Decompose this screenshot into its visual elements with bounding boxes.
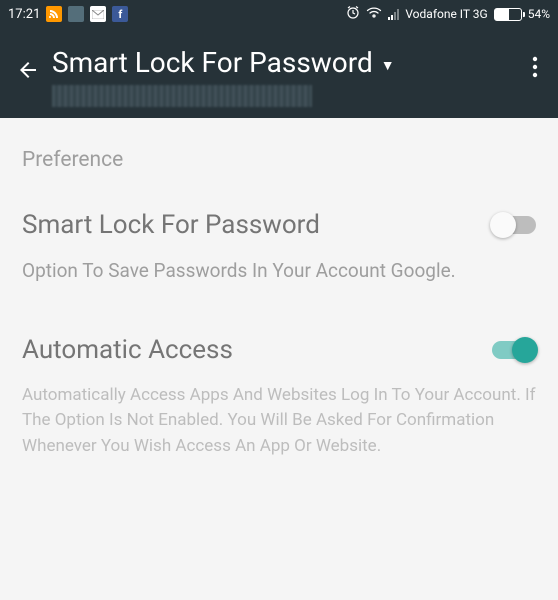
- battery-percent: 54%: [528, 7, 550, 21]
- rss-icon: [46, 6, 62, 22]
- toggle-smart-lock[interactable]: [492, 216, 536, 234]
- toggle-knob: [490, 212, 516, 238]
- battery-icon: [494, 8, 522, 21]
- title-dropdown[interactable]: Smart Lock For Password ▼: [52, 46, 524, 79]
- facebook-icon: f: [112, 6, 128, 22]
- overflow-menu-button[interactable]: [524, 46, 546, 83]
- content-area: Preference Smart Lock For Password Optio…: [0, 118, 558, 489]
- toggle-knob: [512, 337, 538, 363]
- setting-description: Automatically Access Apps And Websites L…: [22, 383, 536, 460]
- setting-automatic-access[interactable]: Automatic Access: [22, 335, 536, 365]
- notification-icon: [68, 6, 84, 22]
- account-label-redacted: [52, 85, 312, 107]
- toggle-automatic-access[interactable]: [492, 341, 536, 359]
- mail-icon: [90, 6, 106, 22]
- setting-description: Option To Save Passwords In Your Account…: [22, 258, 536, 285]
- setting-smart-lock[interactable]: Smart Lock For Password: [22, 210, 536, 240]
- back-button[interactable]: [12, 50, 52, 88]
- carrier-label: Vodafone IT 3G: [405, 7, 487, 21]
- setting-title: Smart Lock For Password: [22, 210, 320, 240]
- page-title: Smart Lock For Password: [52, 46, 373, 79]
- clock: 17:21: [8, 7, 40, 22]
- app-bar: Smart Lock For Password ▼: [0, 28, 558, 118]
- alarm-icon: [346, 5, 360, 23]
- status-bar: 17:21 f Vodafone IT 3G 54%: [0, 0, 558, 28]
- signal-icon: [388, 8, 399, 20]
- setting-title: Automatic Access: [22, 335, 233, 365]
- chevron-down-icon: ▼: [381, 57, 395, 74]
- wifi-icon: [366, 6, 382, 22]
- section-header: Preference: [22, 148, 536, 172]
